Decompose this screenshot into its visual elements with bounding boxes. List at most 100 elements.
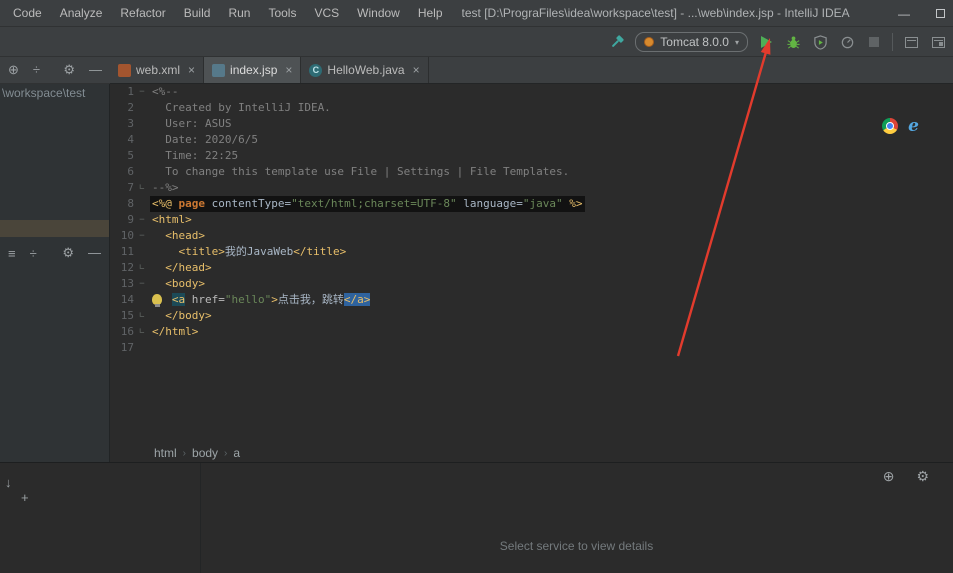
maximize-button[interactable]	[936, 9, 945, 18]
coverage-button[interactable]	[811, 33, 829, 51]
build-hammer-icon[interactable]	[608, 33, 626, 51]
menu-help[interactable]: Help	[409, 6, 452, 20]
fold-icon[interactable]: −	[134, 212, 150, 228]
gear-icon[interactable]: ⚙	[916, 468, 929, 485]
gear-icon[interactable]: ⚙	[62, 245, 74, 261]
project-root-path[interactable]: \workspace\test	[0, 84, 109, 100]
code-token: <%--	[152, 85, 179, 98]
code-line: 2 Created by IntelliJ IDEA.	[110, 100, 953, 116]
code-token: Created by IntelliJ IDEA.	[152, 101, 331, 114]
services-dashboard-button[interactable]	[902, 33, 920, 51]
line-number: 3	[127, 117, 134, 130]
hide-panel-icon[interactable]: —	[89, 62, 102, 78]
line-number: 8	[127, 197, 134, 210]
tab-bar: web.xml × index.jsp × C HelloWeb.java ×	[110, 57, 953, 84]
menu-vcs[interactable]: VCS	[305, 6, 348, 20]
secondary-toolbar-left: ≡ ÷	[8, 246, 37, 261]
xml-file-icon	[118, 63, 131, 77]
tomcat-icon	[644, 37, 655, 47]
intention-bulb-icon[interactable]	[152, 294, 162, 307]
close-icon[interactable]: ×	[285, 63, 292, 77]
menu-build[interactable]: Build	[175, 6, 220, 20]
run-button[interactable]	[757, 33, 775, 51]
chrome-icon[interactable]	[882, 118, 899, 134]
locate-target-icon[interactable]: ⊕	[8, 62, 19, 78]
fold-icon[interactable]: −	[134, 84, 150, 100]
hide-panel-icon[interactable]: —	[88, 245, 101, 261]
fold-gutter	[134, 292, 150, 308]
close-icon[interactable]: ×	[188, 63, 195, 77]
debug-button[interactable]	[784, 33, 802, 51]
code-line: 4 Date: 2020/6/5	[110, 132, 953, 148]
line-number: 17	[120, 341, 134, 354]
code-token: --%>	[152, 181, 179, 194]
collapse-all-icon[interactable]: ÷	[33, 62, 40, 78]
code-token: "text/html;charset=UTF-8"	[291, 197, 457, 210]
crumb-separator: ›	[224, 447, 228, 459]
tab-index.jsp[interactable]: index.jsp ×	[204, 57, 302, 83]
fold-icon[interactable]: ∟	[134, 260, 150, 276]
services-divider	[200, 463, 201, 573]
crumb-separator: ›	[182, 447, 187, 459]
tab-web.xml[interactable]: web.xml ×	[110, 57, 205, 83]
menu-analyze[interactable]: Analyze	[51, 6, 112, 20]
gear-icon[interactable]: ⚙	[63, 62, 75, 78]
code-token: </body>	[165, 309, 212, 322]
tab-HelloWeb.java[interactable]: C HelloWeb.java ×	[301, 57, 429, 83]
code-token: </title>	[293, 245, 347, 258]
code-line: 17	[110, 340, 953, 356]
code-line: 10− <head>	[110, 228, 953, 244]
code-text: To change this template use File | Setti…	[150, 164, 571, 180]
editor[interactable]: 1− <%-- 2 Created by IntelliJ IDEA. 3 User:…	[110, 84, 953, 444]
menu-run[interactable]: Run	[219, 6, 259, 20]
code-line: 14 <a href="hello">点击我，跳转</a>	[110, 292, 953, 308]
breadcrumb-body[interactable]: body	[192, 446, 218, 460]
code-token: "java"	[522, 197, 563, 210]
fold-gutter	[134, 196, 150, 212]
code-line: 8 <%@ page contentType="text/html;charset…	[110, 196, 953, 212]
stop-button[interactable]	[865, 33, 883, 51]
project-panel: \workspace\test ≡ ÷ ⚙ —	[0, 84, 110, 462]
fold-icon[interactable]: ∟	[134, 180, 150, 196]
window-controls: —	[898, 0, 945, 27]
code-token: href=	[185, 293, 225, 306]
menu-code[interactable]: Code	[4, 6, 51, 20]
menu-refactor[interactable]: Refactor	[111, 6, 174, 20]
internet-explorer-icon[interactable]: e	[908, 118, 919, 135]
view-options-icon[interactable]: ≡	[8, 246, 16, 261]
tab-label: index.jsp	[230, 63, 278, 77]
minimize-button[interactable]: —	[898, 7, 910, 21]
code-text: </html>	[150, 324, 200, 340]
breadcrumb-html[interactable]: html	[154, 446, 177, 460]
run-config-combo[interactable]: Tomcat 8.0.0 ▾	[635, 32, 748, 52]
fold-icon[interactable]: ∟	[134, 324, 150, 340]
code-text: <%--	[150, 84, 181, 100]
fold-icon[interactable]: −	[134, 276, 150, 292]
code-token: </a>	[343, 293, 371, 306]
add-service-icon[interactable]: +	[21, 490, 29, 505]
code-line: 5 Time: 22:25	[110, 148, 953, 164]
breadcrumb-a[interactable]: a	[233, 446, 240, 460]
code-text: --%>	[150, 180, 181, 196]
selected-row-highlight[interactable]	[0, 220, 109, 237]
fold-icon[interactable]: ∟	[134, 308, 150, 324]
code-line: 16 ∟ </html>	[110, 324, 953, 340]
collapse-all-icon[interactable]: ÷	[30, 246, 37, 261]
menu-tools[interactable]: Tools	[259, 6, 305, 20]
panel-icon	[931, 36, 945, 48]
window-panel-button[interactable]	[929, 33, 947, 51]
fold-icon[interactable]: −	[134, 228, 150, 244]
project-toolbar-right: ⚙ —	[63, 62, 102, 78]
close-icon[interactable]: ×	[413, 63, 420, 77]
code-text: </head>	[150, 260, 214, 276]
scroll-to-icon[interactable]: ↓	[5, 475, 12, 490]
locate-target-icon[interactable]: ⊕	[883, 468, 895, 485]
menu-window[interactable]: Window	[348, 6, 409, 20]
code-token: User: ASUS	[152, 117, 232, 130]
profiler-button[interactable]	[838, 33, 856, 51]
line-number: 7	[127, 181, 134, 194]
code-line: 9− <html>	[110, 212, 953, 228]
